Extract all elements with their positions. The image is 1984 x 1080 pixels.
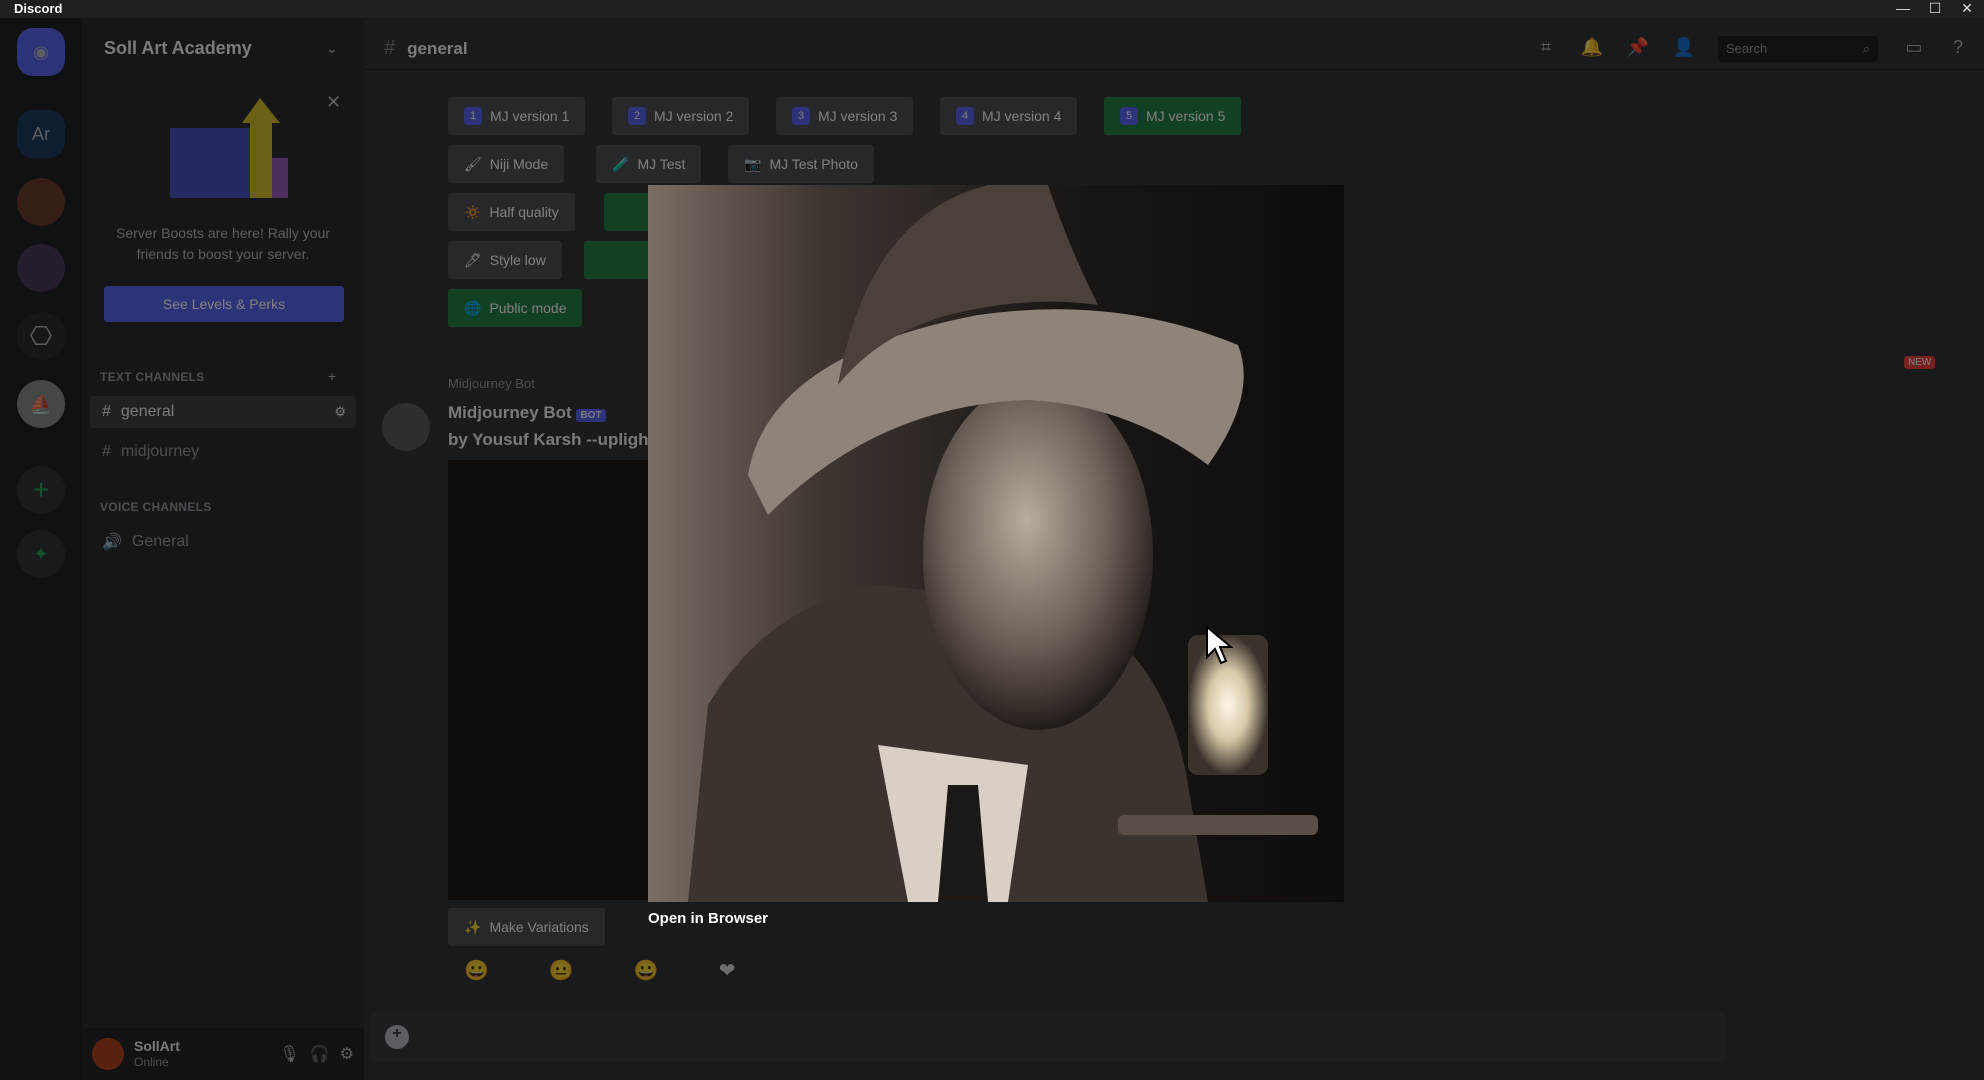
title-bar: Discord — ☐ ✕: [0, 0, 1984, 18]
see-levels-perks-button[interactable]: See Levels & Perks: [104, 286, 344, 322]
help-icon[interactable]: ?: [1946, 37, 1970, 61]
close-button[interactable]: ✕: [1952, 0, 1982, 18]
add-attachment-icon[interactable]: +: [385, 1025, 409, 1049]
channel-name: general: [407, 38, 468, 58]
new-badge: NEW: [1904, 356, 1936, 369]
half-quality-button[interactable]: 🔅 Half quality: [448, 193, 575, 231]
boost-illustration-icon: [170, 98, 288, 198]
voice-channel-general[interactable]: 🔊 General: [90, 526, 356, 558]
niji-mode-button[interactable]: 🖌 Niji Mode: [448, 145, 565, 183]
pin-icon[interactable]: 📌: [1626, 37, 1650, 61]
reaction-emoji-icon[interactable]: ❤: [719, 958, 736, 983]
threads-icon[interactable]: ⌗: [1534, 37, 1558, 61]
avatar[interactable]: [92, 1038, 124, 1070]
server-icon[interactable]: [17, 178, 65, 226]
channel-label: General: [131, 533, 189, 550]
server-rail: ◉ Ar ⎔ ⛵ + ✦: [0, 18, 82, 1080]
reaction-emoji-icon[interactable]: 😀: [464, 958, 489, 983]
mj-version-5-button[interactable]: 5 MJ version 5: [1104, 97, 1242, 135]
server-icon[interactable]: [17, 244, 65, 292]
style-icon: 🖊: [464, 251, 482, 268]
reply-line[interactable]: Midjourney Bot: [448, 376, 535, 391]
username: SollArt: [134, 1038, 180, 1054]
mj-version-2-button[interactable]: 2 MJ version 2: [612, 97, 750, 135]
inbox-icon[interactable]: ▭: [1902, 37, 1926, 61]
microphone-icon[interactable]: 🎙: [279, 1044, 299, 1064]
mj-version-4-button[interactable]: 4 MJ version 4: [940, 97, 1078, 135]
style-low-button[interactable]: 🖊 Style low: [448, 241, 562, 279]
openai-server-icon[interactable]: ⎔: [17, 312, 65, 360]
channel-sidebar: Soll Art Academy ⌄ ✕ Server Boosts are h…: [82, 18, 364, 1080]
sparkle-icon: ✨: [464, 918, 482, 935]
server-name[interactable]: Soll Art Academy: [104, 38, 252, 59]
message-text: by Yousuf Karsh --uplight: [448, 430, 655, 449]
user-panel: SollArt Online 🎙 🎧 ⚙: [82, 1028, 364, 1080]
reaction-emoji-icon[interactable]: 😐: [549, 958, 574, 983]
server-ar-label: Ar: [32, 123, 50, 144]
mj-version-3-button[interactable]: 3 MJ version 3: [776, 97, 914, 135]
settings-icon[interactable]: ⚙: [334, 404, 346, 420]
channel-header: # general ⌗ 🔔 📌 👤 Search ⌕ ▭ ?: [364, 28, 1984, 70]
channel-label: general: [120, 403, 175, 420]
minimize-button[interactable]: —: [1888, 0, 1918, 18]
maximize-button[interactable]: ☐: [1920, 0, 1950, 18]
reactions: 😀 😐 😀 ❤: [464, 958, 735, 983]
search-input[interactable]: Search ⌕: [1718, 35, 1878, 62]
voice-channels-category[interactable]: Voice Channels: [100, 500, 212, 514]
notification-bell-icon[interactable]: 🔔: [1580, 37, 1604, 61]
camera-icon: 📷: [744, 155, 762, 172]
boost-text: Server Boosts are here! Rally your frien…: [116, 225, 330, 262]
speaker-icon: 🔊: [102, 534, 122, 551]
message-author[interactable]: Midjourney Bot BOT: [448, 403, 606, 423]
make-variations-button[interactable]: ✨ Make Variations: [448, 908, 605, 946]
text-channels-category[interactable]: Text Channels: [100, 370, 205, 384]
reaction-emoji-icon[interactable]: 😀: [634, 958, 659, 983]
quality-icon: 🔅: [464, 203, 482, 220]
image-viewer[interactable]: [648, 185, 1344, 902]
hash-icon: #: [102, 403, 111, 420]
globe-icon: 🌐: [464, 299, 482, 316]
message-input[interactable]: +: [369, 1012, 1727, 1062]
discord-home-icon[interactable]: ◉: [17, 28, 65, 76]
brush-icon: 🖌: [464, 155, 482, 172]
explore-servers-icon[interactable]: ✦: [17, 530, 65, 578]
midjourney-server-icon[interactable]: ⛵: [17, 380, 65, 428]
hash-icon: #: [384, 37, 396, 59]
headphones-icon[interactable]: 🎧: [310, 1044, 330, 1064]
mj-test-photo-button[interactable]: 📷 MJ Test Photo: [728, 145, 874, 183]
search-icon: ⌕: [1862, 40, 1870, 56]
chevron-down-icon[interactable]: ⌄: [326, 40, 338, 57]
public-mode-button[interactable]: 🌐 Public mode: [448, 289, 583, 327]
settings-icon[interactable]: ⚙: [340, 1044, 354, 1064]
server-ar[interactable]: Ar: [17, 110, 65, 158]
open-in-browser-link[interactable]: Open in Browser: [648, 910, 768, 927]
test-icon: 🧪: [612, 155, 630, 172]
mj-test-button[interactable]: 🧪 MJ Test: [596, 145, 702, 183]
channel-midjourney[interactable]: # midjourney: [90, 436, 356, 468]
mouse-cursor-icon: [1206, 625, 1233, 665]
user-status: Online: [134, 1055, 169, 1069]
close-icon[interactable]: ✕: [326, 92, 341, 113]
avatar[interactable]: [382, 403, 430, 451]
channel-label: midjourney: [120, 443, 200, 460]
app-title: Discord: [14, 1, 63, 16]
channel-general[interactable]: # general ⚙: [90, 396, 356, 428]
portrait-image: [648, 185, 1344, 902]
mj-version-1-button[interactable]: 1 MJ version 1: [448, 97, 586, 135]
member-list-icon[interactable]: 👤: [1672, 37, 1696, 61]
bot-tag: BOT: [576, 409, 606, 422]
add-channel-icon[interactable]: +: [328, 368, 336, 384]
add-server-button[interactable]: +: [17, 466, 65, 514]
hash-icon: #: [102, 443, 111, 460]
